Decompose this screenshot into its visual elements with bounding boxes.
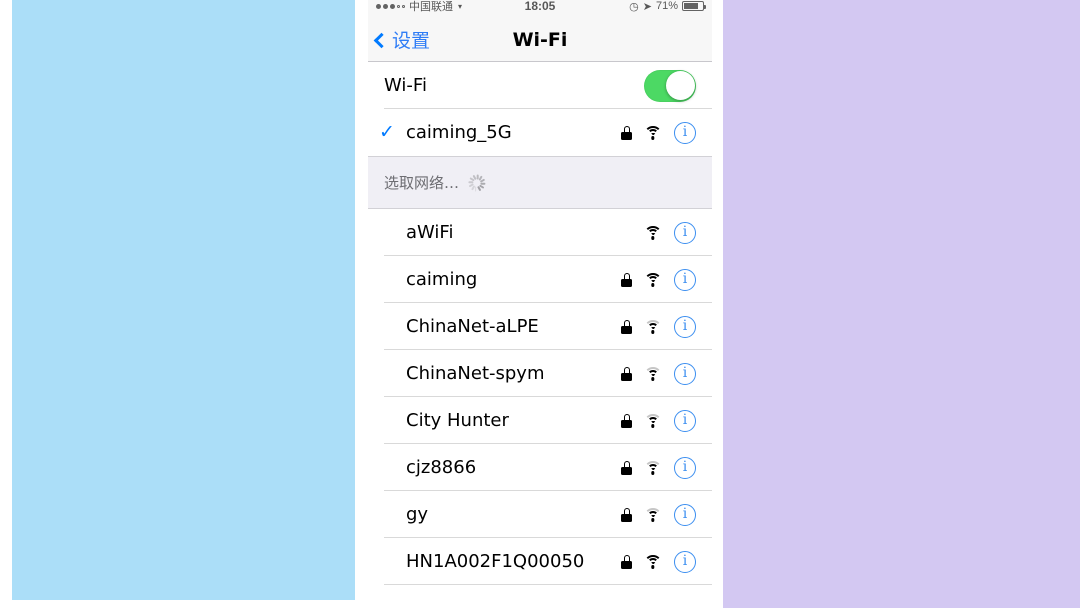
battery-icon (682, 1, 706, 11)
network-row[interactable]: ✓gy i (368, 491, 712, 538)
network-name: aWiFi (406, 222, 454, 243)
network-info-button[interactable]: i (674, 362, 696, 385)
lock-icon (621, 366, 632, 381)
status-bar: 中国联通 ▾ 18:05 ◷ ➤ 71% (368, 0, 712, 18)
checkmark-placeholder: ✓ (368, 411, 406, 430)
network-row[interactable]: ✓caiming i (368, 256, 712, 303)
network-name: ChinaNet-spym (406, 363, 545, 384)
lock-icon (621, 507, 632, 522)
toggle-knob (665, 71, 695, 100)
checkmark-placeholder: ✓ (368, 317, 406, 336)
network-row[interactable]: ✓ChinaNet-aLPE i (368, 303, 712, 350)
wifi-signal-icon (644, 225, 662, 240)
wifi-toggle-row[interactable]: Wi-Fi (368, 62, 712, 109)
wifi-toggle-label: Wi-Fi (384, 75, 427, 96)
lock-icon (621, 413, 632, 428)
right-decorative-panel: 值 什么值得买 (723, 0, 1080, 608)
network-info-button[interactable]: i (674, 121, 696, 144)
lock-icon (621, 460, 632, 475)
network-list: ✓aWiFii✓caimingi✓ChinaNet-aLPEi✓ChinaNet… (368, 209, 712, 585)
network-info-button[interactable]: i (674, 456, 696, 479)
network-name: cjz8866 (406, 457, 477, 478)
checkmark-placeholder: ✓ (368, 552, 406, 571)
choose-network-header: 选取网络… (368, 156, 712, 209)
left-decorative-panel (12, 0, 355, 600)
lock-icon (621, 125, 632, 140)
wifi-toggle-switch[interactable] (644, 69, 696, 102)
lock-icon (621, 319, 632, 334)
checkmark-placeholder: ✓ (368, 270, 406, 289)
status-bar-clock: 18:05 (524, 0, 556, 13)
network-row[interactable]: ✓City Hunter i (368, 397, 712, 444)
network-info-button[interactable]: i (674, 409, 696, 432)
phone-screenshot: 中国联通 ▾ 18:05 ◷ ➤ 71% 设置 Wi-Fi Wi-Fi ✓ ca… (368, 0, 712, 600)
back-button[interactable]: 设置 (368, 26, 430, 53)
wifi-signal-icon (644, 507, 662, 522)
network-name: ChinaNet-aLPE (406, 316, 539, 337)
back-button-label: 设置 (392, 30, 431, 52)
lock-icon (621, 554, 632, 569)
checkmark-placeholder: ✓ (368, 458, 406, 477)
wifi-signal-icon (644, 272, 662, 287)
navigation-bar: 设置 Wi-Fi (368, 18, 712, 62)
network-info-button[interactable]: i (674, 315, 696, 338)
network-info-button[interactable]: i (674, 503, 696, 526)
wifi-signal-icon (644, 366, 662, 381)
chevron-left-icon (373, 32, 390, 48)
network-info-button[interactable]: i (674, 221, 696, 244)
choose-network-label: 选取网络… (384, 174, 460, 192)
checkmark-placeholder: ✓ (368, 505, 406, 524)
network-row[interactable]: ✓HN1A002F1Q00050 i (368, 538, 712, 585)
wifi-signal-icon (644, 460, 662, 475)
network-name: gy (406, 504, 429, 525)
network-name: City Hunter (406, 410, 509, 431)
network-info-button[interactable]: i (674, 268, 696, 291)
wifi-signal-icon (644, 125, 662, 140)
lock-icon (621, 272, 632, 287)
wifi-signal-icon (644, 413, 662, 428)
network-name: HN1A002F1Q00050 (406, 551, 585, 572)
loading-spinner-icon (467, 174, 485, 191)
network-row[interactable]: ✓aWiFi i (368, 209, 712, 256)
wifi-signal-icon (644, 319, 662, 334)
checkmark-placeholder: ✓ (368, 364, 406, 383)
checkmark-placeholder: ✓ (368, 223, 406, 242)
network-row[interactable]: ✓ChinaNet-spym i (368, 350, 712, 397)
network-row[interactable]: ✓cjz8866 i (368, 444, 712, 491)
screenshot-canvas: 值 什么值得买 中国联通 ▾ 18:05 ◷ ➤ 71% (0, 0, 1080, 608)
wifi-signal-icon (644, 554, 662, 569)
checkmark-icon: ✓ (379, 122, 395, 143)
network-info-button[interactable]: i (674, 550, 696, 573)
network-name: caiming (406, 269, 478, 290)
connected-network-row[interactable]: ✓ caiming_5G i (368, 109, 712, 156)
connected-network-name: caiming_5G (406, 122, 512, 143)
